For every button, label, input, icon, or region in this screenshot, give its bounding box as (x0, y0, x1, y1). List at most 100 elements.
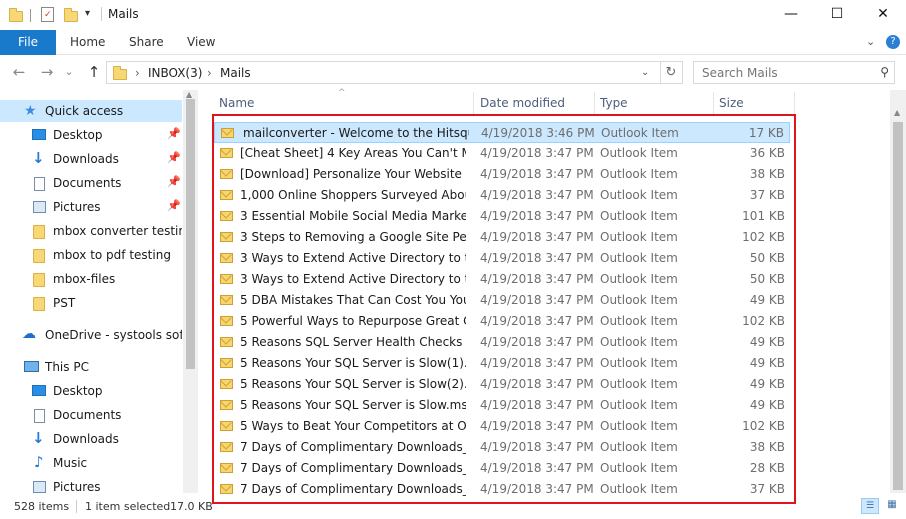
file-row[interactable]: 5 Reasons Your SQL Server is Slow(1).msg… (214, 353, 790, 374)
file-row[interactable]: 5 Powerful Ways to Repurpose Great Con..… (214, 311, 790, 332)
column-separator[interactable] (473, 92, 474, 116)
maximize-button[interactable]: ☐ (814, 0, 860, 30)
file-date: 4/19/2018 3:47 PM (480, 440, 594, 454)
nav-scrollbar[interactable]: ▲ (183, 90, 198, 493)
column-name[interactable]: Name (219, 96, 254, 118)
search-input[interactable] (694, 62, 869, 83)
nav-downloads[interactable]: ↓ Downloads 📌 (0, 148, 182, 170)
item-count: 528 items (14, 500, 70, 513)
new-folder-icon[interactable] (64, 8, 78, 22)
pin-icon[interactable]: 📌 (167, 175, 181, 188)
mail-icon (220, 232, 233, 242)
pin-icon[interactable]: 📌 (167, 199, 181, 212)
breadcrumb-mails[interactable]: Mails (220, 66, 251, 80)
column-size[interactable]: Size (719, 96, 744, 118)
tab-home[interactable]: Home (70, 30, 105, 55)
list-scrollbar-thumb[interactable] (893, 122, 903, 490)
back-button[interactable]: ← (9, 63, 29, 81)
file-row[interactable]: 1,000 Online Shoppers Surveyed About C..… (214, 185, 790, 206)
file-row[interactable]: 3 Steps to Removing a Google Site Penalt… (214, 227, 790, 248)
file-name: 3 Essential Mobile Social Media Marketin… (240, 209, 466, 223)
address-bar[interactable]: › INBOX(3) › Mails ⌄ (106, 61, 661, 84)
file-size: 50 KB (749, 272, 785, 286)
file-name: 5 Reasons Your SQL Server is Slow(2).msg (240, 377, 466, 391)
column-separator[interactable] (594, 92, 595, 116)
file-name: 5 Ways to Beat Your Competitors at Orga.… (240, 419, 466, 433)
nav-pictures[interactable]: Pictures 📌 (0, 196, 182, 218)
mail-icon (220, 295, 233, 305)
list-scrollbar[interactable]: ▲ (890, 90, 906, 493)
nav-pc-music[interactable]: ♪ Music (0, 452, 182, 474)
file-row[interactable]: 3 Ways to Extend Active Directory to the… (214, 269, 790, 290)
file-date: 4/19/2018 3:47 PM (480, 272, 594, 286)
file-date: 4/19/2018 3:47 PM (480, 461, 594, 475)
star-icon: ★ (24, 103, 37, 119)
nav-pc-downloads[interactable]: ↓ Downloads (0, 428, 182, 450)
file-row[interactable]: 3 Essential Mobile Social Media Marketin… (214, 206, 790, 227)
nav-quick-access[interactable]: ★ Quick access (0, 100, 182, 122)
file-row[interactable]: mailconverter - Welcome to the Hitsqua..… (214, 122, 790, 143)
nav-pc-documents[interactable]: Documents (0, 404, 182, 426)
nav-pc-pictures[interactable]: Pictures (0, 476, 182, 493)
scroll-up-icon[interactable]: ▲ (894, 108, 900, 117)
file-size: 101 KB (742, 209, 785, 223)
column-separator[interactable] (794, 92, 795, 116)
nav-scrollbar-thumb[interactable] (186, 99, 195, 369)
nav-pc-desktop[interactable]: Desktop (0, 380, 182, 402)
file-list: ^ Name Date modified Type Size mailconve… (198, 88, 906, 504)
minimize-button[interactable]: — (768, 0, 814, 30)
nav-mbox-converter-testing[interactable]: mbox converter testing (0, 220, 182, 242)
file-row[interactable]: 5 Reasons Your SQL Server is Slow(2).msg… (214, 374, 790, 395)
address-dropdown-icon[interactable]: ⌄ (641, 67, 649, 78)
sort-ascending-icon: ^ (338, 88, 346, 98)
breadcrumb-inbox[interactable]: INBOX(3) (148, 66, 202, 80)
nav-onedrive[interactable]: ☁ OneDrive - systools softwa (0, 324, 182, 346)
file-date: 4/19/2018 3:47 PM (480, 377, 594, 391)
details-view-icon[interactable]: ☰ (861, 498, 879, 514)
column-type[interactable]: Type (600, 96, 628, 118)
customize-quick-access-icon[interactable]: ▾ (85, 8, 90, 19)
column-separator[interactable] (713, 92, 714, 116)
nav-this-pc[interactable]: This PC (0, 356, 182, 378)
close-button[interactable]: ✕ (860, 0, 906, 30)
nav-desktop[interactable]: Desktop 📌 (0, 124, 182, 146)
file-row[interactable]: [Cheat Sheet] 4 Key Areas You Can't Miss… (214, 143, 790, 164)
nav-mbox-files[interactable]: mbox-files (0, 268, 182, 290)
file-date: 4/19/2018 3:47 PM (480, 293, 594, 307)
file-row[interactable]: 5 Ways to Beat Your Competitors at Orga.… (214, 416, 790, 437)
file-row[interactable]: [Download] Personalize Your Website for … (214, 164, 790, 185)
file-date: 4/19/2018 3:47 PM (480, 251, 594, 265)
recent-locations-icon[interactable]: ⌄ (59, 65, 79, 78)
file-row[interactable]: 3 Ways to Extend Active Directory to the… (214, 248, 790, 269)
scroll-up-icon[interactable]: ▲ (186, 90, 192, 99)
file-size: 49 KB (749, 356, 785, 370)
cloud-icon: ☁ (22, 326, 36, 342)
nav-pst[interactable]: PST (0, 292, 182, 314)
tab-share[interactable]: Share (129, 30, 164, 55)
refresh-button[interactable]: ↻ (660, 61, 683, 84)
pin-icon[interactable]: 📌 (167, 151, 181, 164)
file-type: Outlook Item (600, 314, 678, 328)
properties-icon[interactable]: ✓ (41, 7, 54, 22)
file-type: Outlook Item (601, 126, 679, 140)
nav-documents[interactable]: Documents 📌 (0, 172, 182, 194)
large-icons-view-icon[interactable]: ▦ (883, 498, 901, 514)
document-icon (34, 177, 45, 191)
file-type: Outlook Item (600, 356, 678, 370)
file-row[interactable]: 5 Reasons Your SQL Server is Slow.msg 4/1… (214, 395, 790, 416)
search-box[interactable]: ⚲ (693, 61, 895, 84)
up-button[interactable]: ↑ (84, 63, 104, 81)
forward-button[interactable]: → (37, 63, 57, 81)
help-icon[interactable]: ? (886, 35, 900, 49)
tab-view[interactable]: View (187, 30, 215, 55)
ribbon-collapse-icon[interactable]: ⌄ (866, 35, 875, 48)
pin-icon[interactable]: 📌 (167, 127, 181, 140)
file-row[interactable]: 5 Reasons SQL Server Health Checks are .… (214, 332, 790, 353)
file-row[interactable]: 7 Days of Complimentary Downloads_ 25...… (214, 458, 790, 479)
file-row[interactable]: 7 Days of Complimentary Downloads_ 10...… (214, 437, 790, 458)
column-date-modified[interactable]: Date modified (480, 96, 565, 118)
file-row[interactable]: 5 DBA Mistakes That Can Cost You Your J.… (214, 290, 790, 311)
file-date: 4/19/2018 3:47 PM (480, 398, 594, 412)
tab-file[interactable]: File (0, 30, 56, 55)
nav-mbox-to-pdf-testing[interactable]: mbox to pdf testing (0, 244, 182, 266)
